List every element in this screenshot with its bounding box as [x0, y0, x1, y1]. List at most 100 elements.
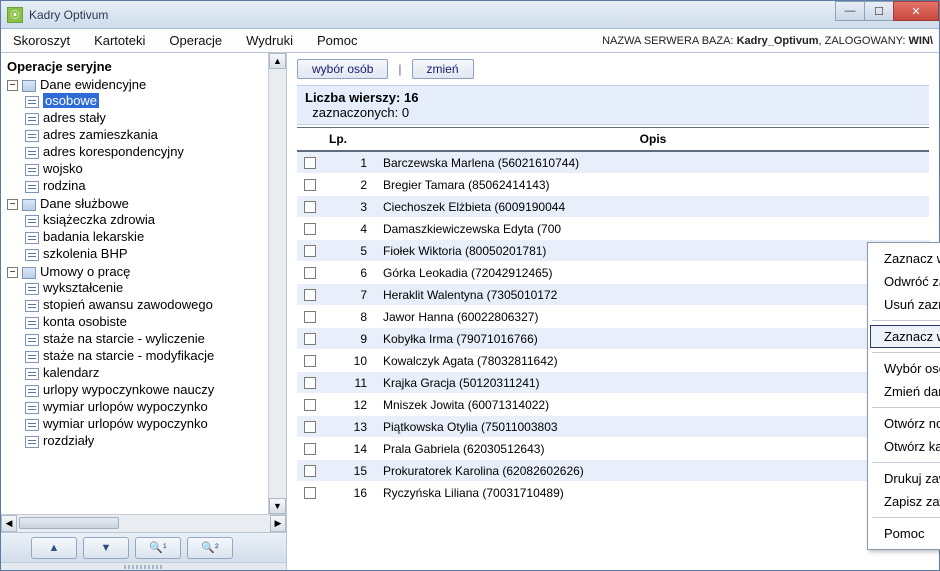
table-row[interactable]: 16Ryczyńska Liliana (70031710489)	[297, 482, 929, 504]
row-checkbox[interactable]	[304, 377, 316, 389]
tree-item[interactable]: staże na starcie - wyliczenie	[25, 330, 266, 347]
context-menu-item[interactable]: Zaznacz wszystkie pozycje	[870, 247, 940, 270]
menu-pomoc[interactable]: Pomoc	[317, 33, 357, 48]
row-lp: 4	[323, 222, 377, 236]
scroll-down-icon[interactable]: ▼	[269, 498, 286, 514]
row-checkbox[interactable]	[304, 267, 316, 279]
scroll-up-icon[interactable]: ▲	[269, 53, 286, 69]
row-lp: 15	[323, 464, 377, 478]
collapse-icon[interactable]: −	[7, 267, 18, 278]
table-row[interactable]: 7Heraklit Walentyna (7305010172	[297, 284, 929, 306]
app-icon: ⦿	[7, 7, 23, 23]
table-row[interactable]: 8Jawor Hanna (60022806327)	[297, 306, 929, 328]
vertical-scrollbar[interactable]: ▲ ▼	[268, 53, 286, 514]
tree-item[interactable]: wojsko	[25, 160, 266, 177]
context-menu-item[interactable]: Zmień dane	[870, 380, 940, 403]
context-menu-item[interactable]: Otwórz notatnik	[870, 412, 940, 435]
tree-item[interactable]: wymiar urlopów wypoczynko	[25, 398, 266, 415]
collapse-icon[interactable]: −	[7, 199, 18, 210]
table-row[interactable]: 3Ciechoszek Elżbieta (6009190044	[297, 196, 929, 218]
table-row[interactable]: 11Krajka Gracja (50120311241)	[297, 372, 929, 394]
table-row[interactable]: 5Fiołek Wiktoria (80050201781)	[297, 240, 929, 262]
row-checkbox[interactable]	[304, 487, 316, 499]
tree-item[interactable]: wykształcenie	[25, 279, 266, 296]
tree-item[interactable]: urlopy wypoczynkowe nauczy	[25, 381, 266, 398]
search-button-1[interactable]: 🔍¹	[135, 537, 181, 559]
nav-up-button[interactable]: ▲	[31, 537, 77, 559]
table-row[interactable]: 6Górka Leokadia (72042912465)	[297, 262, 929, 284]
nav-down-button[interactable]: ▼	[83, 537, 129, 559]
tree-item[interactable]: rozdziały	[25, 432, 266, 449]
panel-drag-handle[interactable]	[1, 562, 286, 570]
tree-item[interactable]: badania lekarskie	[25, 228, 266, 245]
tree-item-label: badania lekarskie	[43, 229, 144, 244]
search-button-2[interactable]: 🔍²	[187, 537, 233, 559]
table-row[interactable]: 12Mniszek Jowita (60071314022)	[297, 394, 929, 416]
row-checkbox[interactable]	[304, 245, 316, 257]
tree-item[interactable]: osobowe	[25, 92, 266, 109]
select-people-button[interactable]: wybór osób	[297, 59, 388, 79]
tree-item[interactable]: stopień awansu zawodowego	[25, 296, 266, 313]
tree: Operacje seryjne −Dane ewidencyjneosobow…	[1, 53, 268, 514]
menu-kartoteki[interactable]: Kartoteki	[94, 33, 145, 48]
row-checkbox[interactable]	[304, 157, 316, 169]
row-checkbox[interactable]	[304, 333, 316, 345]
context-menu-item[interactable]: Wybór osób	[870, 357, 940, 380]
context-menu-item[interactable]: Zapisz zawartość ekranu w pliku	[870, 490, 940, 513]
menu-wydruki[interactable]: Wydruki	[246, 33, 293, 48]
tree-item[interactable]: kalendarz	[25, 364, 266, 381]
table-row[interactable]: 14Prala Gabriela (62030512643)	[297, 438, 929, 460]
tree-item[interactable]: adres stały	[25, 109, 266, 126]
row-checkbox[interactable]	[304, 223, 316, 235]
close-button[interactable]: ✕	[893, 1, 939, 21]
table-row[interactable]: 4Damaszkiewiczewska Edyta (700	[297, 218, 929, 240]
row-checkbox[interactable]	[304, 289, 316, 301]
context-menu-item[interactable]: Usuń zaznaczenia	[870, 293, 940, 316]
context-menu-item[interactable]: Zaznacz wybiórczo	[870, 325, 940, 348]
tree-item[interactable]: adres zamieszkania	[25, 126, 266, 143]
context-menu-item[interactable]: Pomoc	[870, 522, 940, 545]
tree-item[interactable]: konta osobiste	[25, 313, 266, 330]
row-opis: Górka Leokadia (72042912465)	[377, 266, 929, 280]
tree-item-label: szkolenia BHP	[43, 246, 128, 261]
scroll-left-icon[interactable]: ◀	[1, 515, 17, 532]
context-menu-item[interactable]: Odwróć zaznaczenia	[870, 270, 940, 293]
tree-item[interactable]: wymiar urlopów wypoczynko	[25, 415, 266, 432]
tree-item[interactable]: adres korespondencyjny	[25, 143, 266, 160]
row-checkbox[interactable]	[304, 201, 316, 213]
tree-item[interactable]: staże na starcie - modyfikacje	[25, 347, 266, 364]
row-checkbox[interactable]	[304, 355, 316, 367]
tree-item-label: osobowe	[43, 93, 99, 108]
selected-value: 0	[402, 105, 409, 120]
table-row[interactable]: 9Kobyłka Irma (79071016766)	[297, 328, 929, 350]
minimize-button[interactable]: —	[835, 1, 865, 21]
change-button[interactable]: zmień	[412, 59, 474, 79]
row-checkbox[interactable]	[304, 443, 316, 455]
row-checkbox[interactable]	[304, 399, 316, 411]
menu-skoroszyt[interactable]: Skoroszyt	[13, 33, 70, 48]
menu-operacje[interactable]: Operacje	[169, 33, 222, 48]
row-checkbox[interactable]	[304, 465, 316, 477]
tree-group[interactable]: −Dane służboweksiążeczka zdrowiabadania …	[7, 195, 266, 263]
context-menu-item[interactable]: Otwórz kalkulator okresów	[870, 435, 940, 458]
tree-title: Operacje seryjne	[3, 57, 266, 76]
table-row[interactable]: 2Bregier Tamara (85062414143)	[297, 174, 929, 196]
maximize-button[interactable]: ☐	[864, 1, 894, 21]
table-row[interactable]: 1Barczewska Marlena (56021610744)	[297, 152, 929, 174]
row-checkbox[interactable]	[304, 179, 316, 191]
table-row[interactable]: 15Prokuratorek Karolina (62082602626)	[297, 460, 929, 482]
tree-group[interactable]: −Dane ewidencyjneosoboweadres stałyadres…	[7, 76, 266, 195]
scroll-right-icon[interactable]: ▶	[270, 515, 286, 532]
context-menu-item[interactable]: Drukuj zawartość ekranu	[870, 467, 940, 490]
row-checkbox[interactable]	[304, 421, 316, 433]
horizontal-scrollbar[interactable]: ◀ ▶	[1, 514, 286, 532]
collapse-icon[interactable]: −	[7, 80, 18, 91]
row-checkbox[interactable]	[304, 311, 316, 323]
tree-item[interactable]: szkolenia BHP	[25, 245, 266, 262]
tree-item[interactable]: książeczka zdrowia	[25, 211, 266, 228]
scrollbar-thumb[interactable]	[19, 517, 119, 529]
tree-item[interactable]: rodzina	[25, 177, 266, 194]
tree-group[interactable]: −Umowy o pracęwykształceniestopień awans…	[7, 263, 266, 450]
table-row[interactable]: 10Kowalczyk Agata (78032811642)	[297, 350, 929, 372]
table-row[interactable]: 13Piątkowska Otylia (75011003803	[297, 416, 929, 438]
